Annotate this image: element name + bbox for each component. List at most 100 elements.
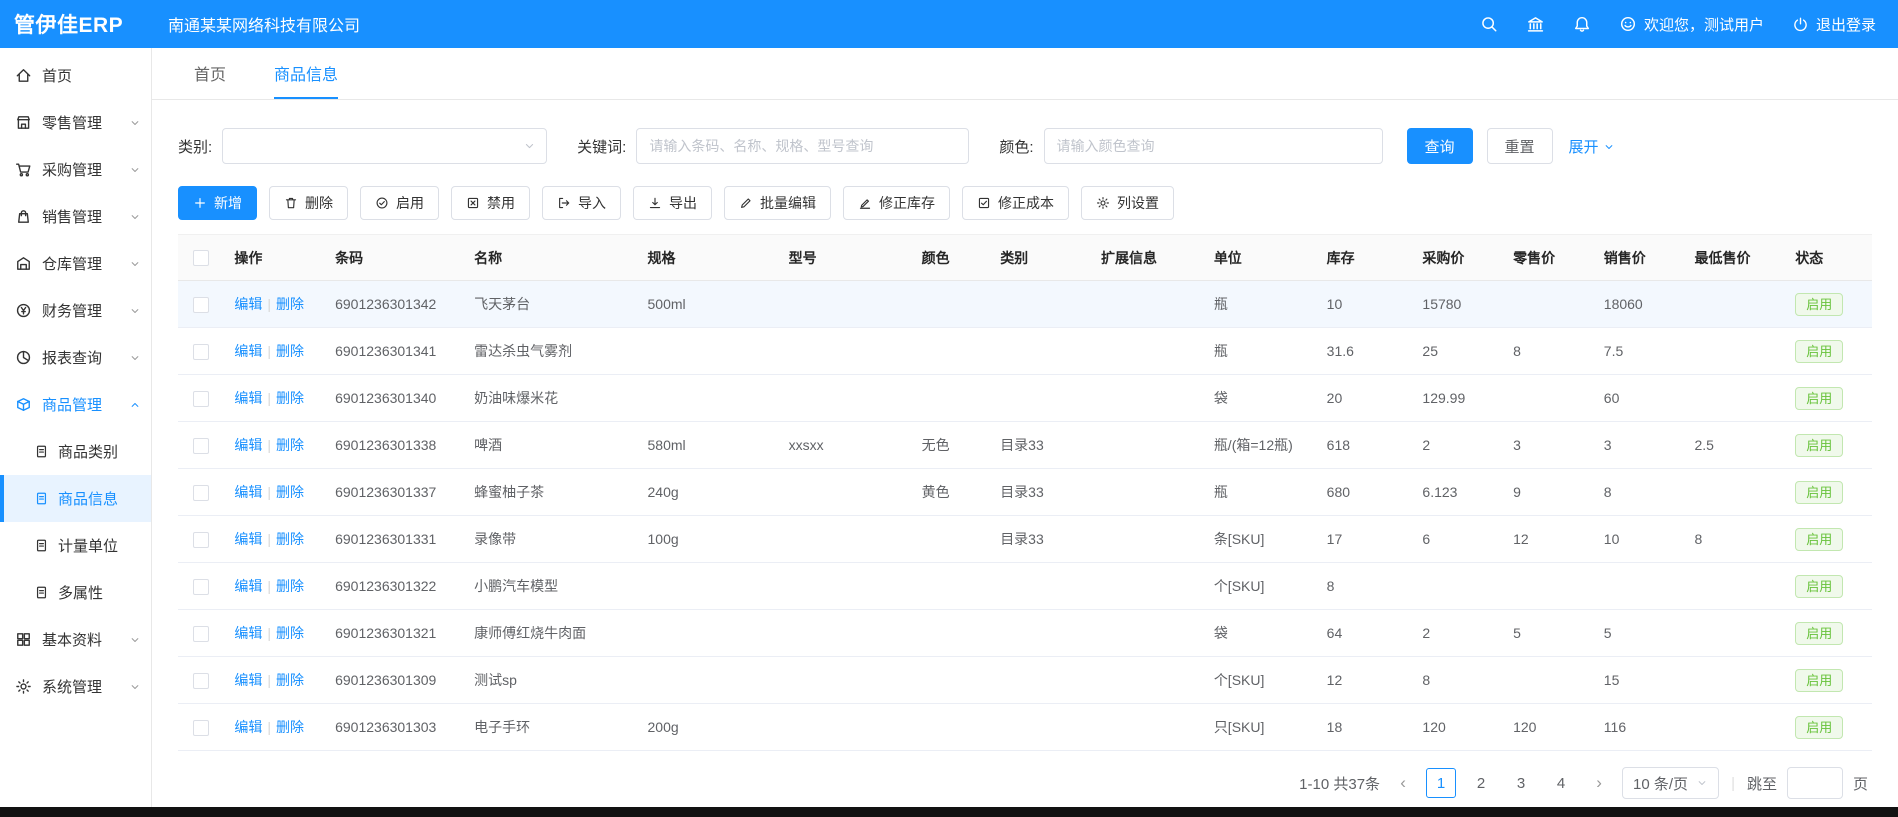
delete-link[interactable]: 删除 bbox=[276, 578, 304, 594]
search-icon-button[interactable] bbox=[1480, 15, 1498, 33]
delete-link[interactable]: 删除 bbox=[276, 672, 304, 688]
edit-link[interactable]: 编辑 bbox=[234, 296, 262, 312]
notification-bell-button[interactable] bbox=[1573, 15, 1591, 33]
edit-link[interactable]: 编辑 bbox=[234, 531, 262, 547]
sidebar-item[interactable]: 首页 bbox=[0, 52, 151, 99]
column-header[interactable]: 型号 bbox=[779, 235, 912, 281]
edit-link[interactable]: 编辑 bbox=[234, 343, 262, 359]
status-badge[interactable]: 启用 bbox=[1795, 293, 1843, 316]
page-button-3[interactable]: 3 bbox=[1506, 768, 1536, 798]
column-header[interactable]: 状态 bbox=[1785, 235, 1872, 281]
edit-link[interactable]: 编辑 bbox=[234, 390, 262, 406]
edit-link[interactable]: 编辑 bbox=[234, 672, 262, 688]
search-button[interactable]: 查询 bbox=[1407, 128, 1473, 164]
edit-link[interactable]: 编辑 bbox=[234, 625, 262, 641]
page-size-select[interactable]: 10 条/页 bbox=[1622, 767, 1719, 799]
next-page-button[interactable]: › bbox=[1586, 768, 1612, 798]
jump-page-input[interactable] bbox=[1787, 767, 1843, 799]
category-select[interactable] bbox=[222, 128, 547, 164]
column-header[interactable]: 采购价 bbox=[1412, 235, 1503, 281]
delete-link[interactable]: 删除 bbox=[276, 625, 304, 641]
edit-link[interactable]: 编辑 bbox=[234, 437, 262, 453]
row-checkbox[interactable] bbox=[193, 391, 209, 407]
delete-link[interactable]: 删除 bbox=[276, 531, 304, 547]
column-header[interactable]: 单位 bbox=[1204, 235, 1317, 281]
column-header[interactable]: 名称 bbox=[464, 235, 637, 281]
expand-link[interactable]: 展开 bbox=[1569, 136, 1615, 157]
sidebar-item[interactable]: 财务管理 bbox=[0, 287, 151, 334]
row-checkbox[interactable] bbox=[193, 673, 209, 689]
column-header[interactable]: 扩展信息 bbox=[1091, 235, 1204, 281]
row-checkbox[interactable] bbox=[193, 720, 209, 736]
column-header[interactable]: 条码 bbox=[325, 235, 464, 281]
toolbar-button[interactable]: 新增 bbox=[178, 186, 257, 220]
sidebar-subitem[interactable]: 商品类别 bbox=[0, 428, 151, 475]
column-header[interactable]: 操作 bbox=[224, 235, 325, 281]
sidebar-item[interactable]: 销售管理 bbox=[0, 193, 151, 240]
row-checkbox[interactable] bbox=[193, 532, 209, 548]
sidebar-subitem[interactable]: 商品信息 bbox=[0, 475, 151, 522]
status-badge[interactable]: 启用 bbox=[1795, 622, 1843, 645]
toolbar-button[interactable]: 修正成本 bbox=[962, 186, 1069, 220]
sidebar-item[interactable]: 系统管理 bbox=[0, 663, 151, 710]
sidebar-item[interactable]: 采购管理 bbox=[0, 146, 151, 193]
toolbar-button[interactable]: 批量编辑 bbox=[724, 186, 831, 220]
delete-link[interactable]: 删除 bbox=[276, 437, 304, 453]
app-logo[interactable]: 管伊佳ERP bbox=[0, 9, 152, 39]
page-button-4[interactable]: 4 bbox=[1546, 768, 1576, 798]
row-checkbox[interactable] bbox=[193, 344, 209, 360]
toolbar-button[interactable]: 导出 bbox=[633, 186, 712, 220]
sidebar-item[interactable]: 零售管理 bbox=[0, 99, 151, 146]
column-header[interactable]: 颜色 bbox=[912, 235, 991, 281]
store-icon-button[interactable] bbox=[1526, 15, 1545, 34]
delete-link[interactable]: 删除 bbox=[276, 719, 304, 735]
delete-link[interactable]: 删除 bbox=[276, 343, 304, 359]
select-all-checkbox[interactable] bbox=[193, 250, 209, 266]
status-badge[interactable]: 启用 bbox=[1795, 434, 1843, 457]
reset-button[interactable]: 重置 bbox=[1487, 128, 1553, 164]
row-checkbox[interactable] bbox=[193, 626, 209, 642]
welcome-user[interactable]: 欢迎您，测试用户 bbox=[1619, 14, 1764, 35]
toolbar-button[interactable]: 禁用 bbox=[451, 186, 530, 220]
status-badge[interactable]: 启用 bbox=[1795, 575, 1843, 598]
sidebar-item[interactable]: 仓库管理 bbox=[0, 240, 151, 287]
column-header[interactable]: 规格 bbox=[638, 235, 779, 281]
sidebar-item[interactable]: 商品管理 bbox=[0, 381, 151, 428]
status-badge[interactable]: 启用 bbox=[1795, 669, 1843, 692]
color-input[interactable] bbox=[1044, 128, 1383, 164]
toolbar-button[interactable]: 修正库存 bbox=[843, 186, 950, 220]
page-button-1[interactable]: 1 bbox=[1426, 768, 1456, 798]
column-header[interactable]: 销售价 bbox=[1594, 235, 1685, 281]
row-checkbox[interactable] bbox=[193, 579, 209, 595]
delete-link[interactable]: 删除 bbox=[276, 296, 304, 312]
sidebar-subitem[interactable]: 计量单位 bbox=[0, 522, 151, 569]
logout-button[interactable]: 退出登录 bbox=[1792, 14, 1876, 35]
row-checkbox[interactable] bbox=[193, 438, 209, 454]
status-badge[interactable]: 启用 bbox=[1795, 716, 1843, 739]
toolbar-button[interactable]: 启用 bbox=[360, 186, 439, 220]
column-header[interactable]: 库存 bbox=[1317, 235, 1413, 281]
toolbar-button[interactable]: 列设置 bbox=[1081, 186, 1174, 220]
edit-link[interactable]: 编辑 bbox=[234, 578, 262, 594]
status-badge[interactable]: 启用 bbox=[1795, 340, 1843, 363]
column-header[interactable]: 最低售价 bbox=[1684, 235, 1785, 281]
edit-link[interactable]: 编辑 bbox=[234, 484, 262, 500]
prev-page-button[interactable]: ‹ bbox=[1390, 768, 1416, 798]
row-checkbox[interactable] bbox=[193, 297, 209, 313]
status-badge[interactable]: 启用 bbox=[1795, 387, 1843, 410]
column-header[interactable]: 零售价 bbox=[1503, 235, 1594, 281]
status-badge[interactable]: 启用 bbox=[1795, 528, 1843, 551]
delete-link[interactable]: 删除 bbox=[276, 390, 304, 406]
column-header[interactable]: 类别 bbox=[990, 235, 1091, 281]
status-badge[interactable]: 启用 bbox=[1795, 481, 1843, 504]
page-button-2[interactable]: 2 bbox=[1466, 768, 1496, 798]
tab-product-info[interactable]: 商品信息 bbox=[274, 48, 338, 99]
delete-link[interactable]: 删除 bbox=[276, 484, 304, 500]
sidebar-item[interactable]: 报表查询 bbox=[0, 334, 151, 381]
edit-link[interactable]: 编辑 bbox=[234, 719, 262, 735]
sidebar-item[interactable]: 基本资料 bbox=[0, 616, 151, 663]
keyword-input[interactable] bbox=[636, 128, 969, 164]
row-checkbox[interactable] bbox=[193, 485, 209, 501]
toolbar-button[interactable]: 删除 bbox=[269, 186, 348, 220]
sidebar-subitem[interactable]: 多属性 bbox=[0, 569, 151, 616]
